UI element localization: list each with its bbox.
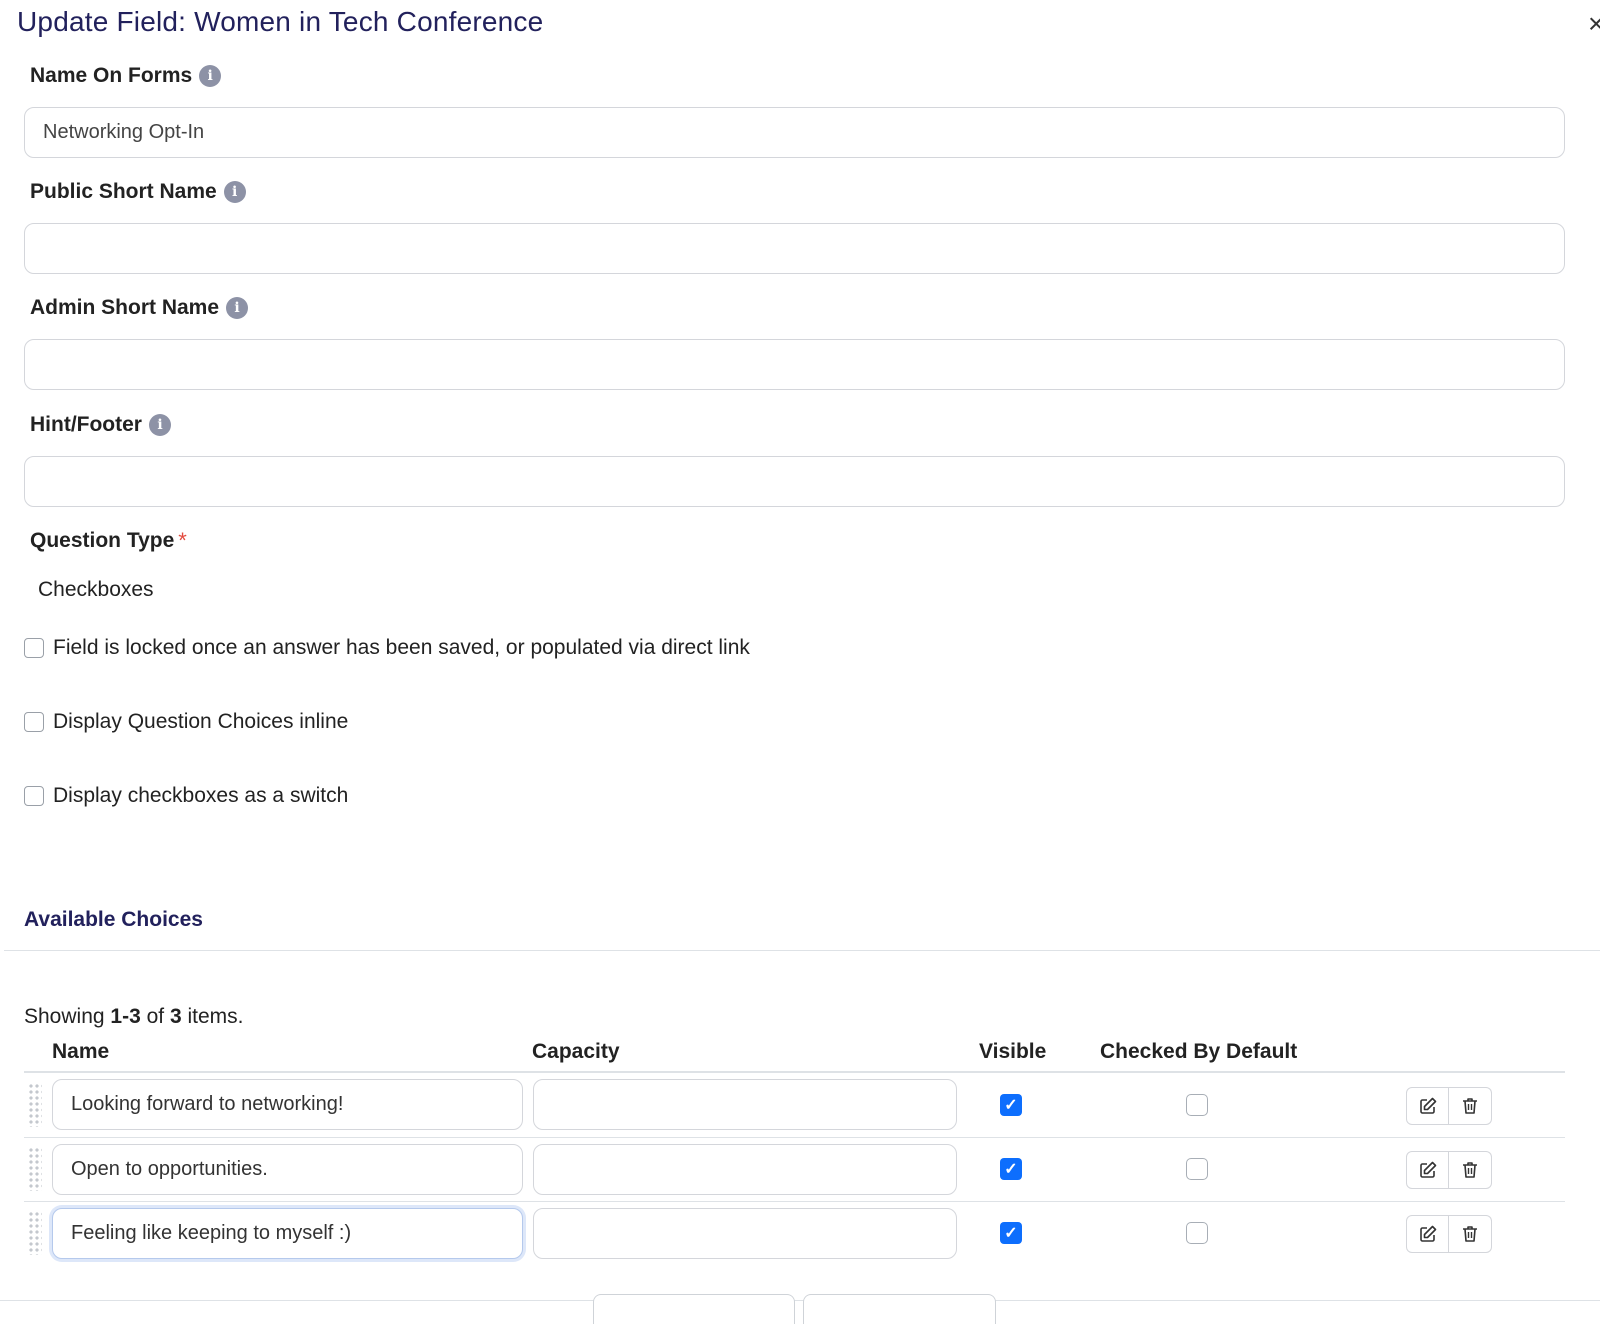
locked-option[interactable]: Field is locked once an answer has been … — [24, 636, 750, 660]
info-icon[interactable]: i — [223, 181, 246, 203]
visible-checkbox[interactable]: ✓ — [1000, 1222, 1022, 1244]
edit-button[interactable] — [1406, 1087, 1449, 1125]
hint-footer-input[interactable] — [24, 456, 1565, 507]
question-type-value: Checkboxes — [38, 578, 154, 601]
delete-button[interactable] — [1449, 1215, 1492, 1253]
choice-capacity-input[interactable] — [533, 1208, 957, 1259]
delete-button[interactable] — [1449, 1151, 1492, 1189]
row-actions — [1406, 1087, 1493, 1125]
trash-icon — [1463, 1226, 1477, 1242]
modal-title: Update Field: Women in Tech Conference — [17, 6, 544, 37]
question-type-label: Question Type * — [30, 528, 187, 553]
info-icon[interactable]: i — [148, 414, 171, 436]
items-summary: Showing 1-3 of 3 items. — [24, 1005, 244, 1028]
info-icon[interactable]: i — [226, 297, 249, 319]
row-divider — [24, 1201, 1565, 1202]
edit-icon — [1419, 1225, 1436, 1242]
column-header-visible[interactable]: Visible — [979, 1040, 1046, 1064]
choice-name-input[interactable] — [52, 1144, 523, 1195]
drag-handle-icon[interactable] — [28, 1147, 42, 1191]
name-on-forms-label: Name On Forms i — [30, 64, 222, 88]
public-short-name-label: Public Short Name i — [30, 180, 246, 204]
hint-footer-label: Hint/Footer i — [30, 413, 171, 437]
public-short-name-input[interactable] — [24, 223, 1565, 274]
choice-capacity-input[interactable] — [533, 1079, 957, 1130]
delete-button[interactable] — [1449, 1087, 1492, 1125]
footer-divider — [0, 1300, 1600, 1301]
visible-checkbox[interactable]: ✓ — [1000, 1094, 1022, 1116]
edit-button[interactable] — [1406, 1215, 1449, 1253]
section-divider — [4, 950, 1600, 951]
choice-capacity-input[interactable] — [533, 1144, 957, 1195]
drag-handle-icon[interactable] — [28, 1211, 42, 1255]
checked-by-default-checkbox[interactable] — [1186, 1094, 1208, 1116]
choice-name-input[interactable] — [52, 1208, 523, 1259]
switch-checkbox[interactable] — [24, 786, 44, 806]
trash-icon — [1463, 1098, 1477, 1114]
footer-button-left[interactable] — [593, 1294, 795, 1324]
checked-by-default-checkbox[interactable] — [1186, 1222, 1208, 1244]
choice-name-input[interactable] — [52, 1079, 523, 1130]
row-divider — [24, 1137, 1565, 1138]
switch-option[interactable]: Display checkboxes as a switch — [24, 784, 348, 808]
available-choices-title: Available Choices — [24, 908, 203, 931]
visible-checkbox[interactable]: ✓ — [1000, 1158, 1022, 1180]
trash-icon — [1463, 1162, 1477, 1178]
inline-option[interactable]: Display Question Choices inline — [24, 710, 348, 734]
name-on-forms-input[interactable] — [24, 107, 1565, 158]
table-header-divider — [24, 1071, 1565, 1073]
admin-short-name-input[interactable] — [24, 339, 1565, 390]
column-header-checked-by-default[interactable]: Checked By Default — [1100, 1040, 1297, 1064]
required-mark: * — [178, 528, 187, 553]
info-icon[interactable]: i — [199, 65, 222, 87]
inline-checkbox[interactable] — [24, 712, 44, 732]
close-icon[interactable]: × — [1588, 8, 1600, 40]
edit-icon — [1419, 1097, 1436, 1114]
column-header-capacity[interactable]: Capacity — [532, 1040, 620, 1064]
column-header-name[interactable]: Name — [52, 1040, 109, 1064]
drag-handle-icon[interactable] — [28, 1083, 42, 1127]
footer-button-right[interactable] — [803, 1294, 996, 1324]
row-actions — [1406, 1151, 1493, 1189]
edit-icon — [1419, 1161, 1436, 1178]
row-actions — [1406, 1215, 1493, 1253]
locked-checkbox[interactable] — [24, 638, 44, 658]
checked-by-default-checkbox[interactable] — [1186, 1158, 1208, 1180]
admin-short-name-label: Admin Short Name i — [30, 296, 249, 320]
edit-button[interactable] — [1406, 1151, 1449, 1189]
